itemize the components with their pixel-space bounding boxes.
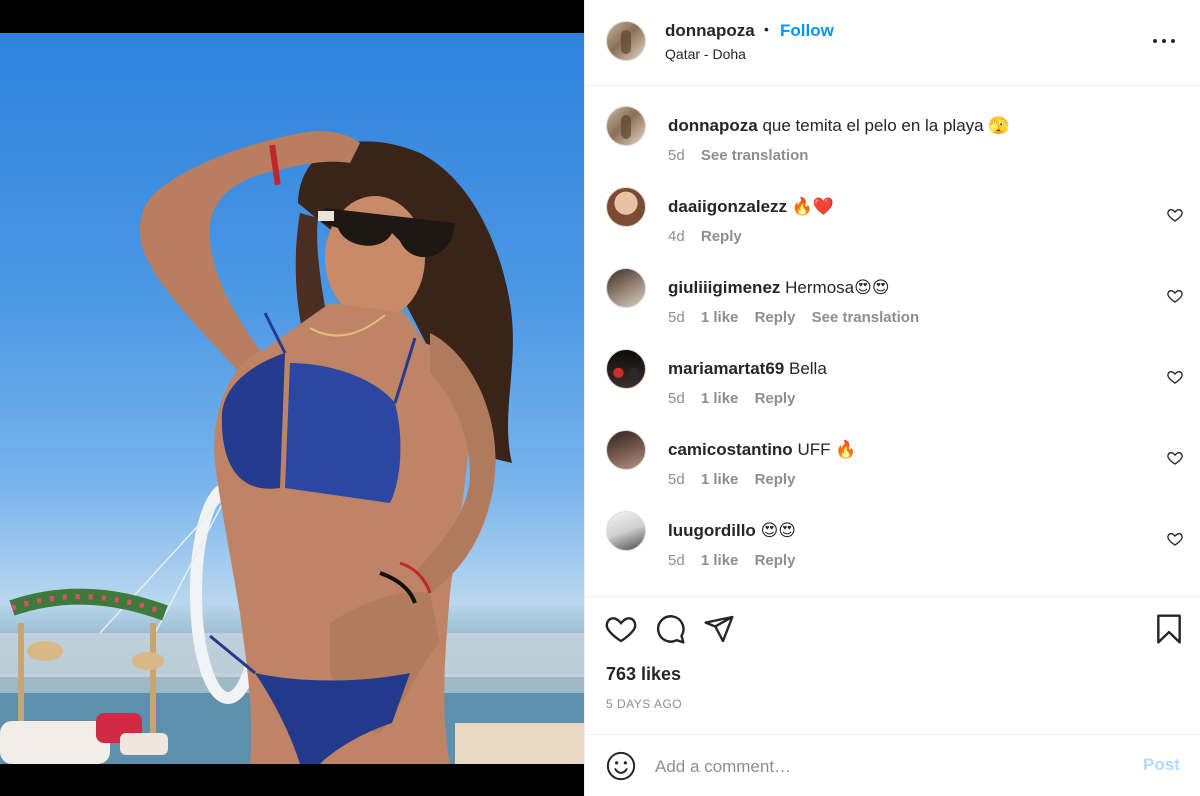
- caption-text: que temita el pelo en la playa 🫣: [762, 116, 1010, 135]
- comment-like-heart-icon[interactable]: [1167, 450, 1183, 466]
- photo-pane: [0, 0, 584, 796]
- post-photo-illustration: [0, 131, 584, 764]
- comment-username[interactable]: camicostantino: [668, 440, 793, 459]
- comment-text-line: mariamartat69 Bella: [668, 359, 827, 379]
- likes-count[interactable]: 763 likes: [606, 664, 681, 685]
- emoji-icon[interactable]: [606, 751, 636, 781]
- comment-age[interactable]: 5d: [668, 471, 685, 488]
- comment-see-translation[interactable]: See translation: [812, 309, 920, 326]
- comment-like-heart-icon[interactable]: [1167, 207, 1183, 223]
- owner-username[interactable]: donnapoza: [665, 21, 755, 41]
- caption-age[interactable]: 5d: [668, 147, 685, 164]
- post-photo[interactable]: [0, 33, 584, 764]
- comment-username[interactable]: giuliiigimenez: [668, 278, 780, 297]
- post-location[interactable]: Qatar - Doha: [665, 46, 746, 62]
- comment-meta: 5d 1 like Reply: [668, 390, 807, 407]
- commenter-avatar[interactable]: [606, 430, 646, 470]
- heart-icon[interactable]: [605, 613, 637, 645]
- share-icon[interactable]: [703, 613, 735, 645]
- comment-text-line: giuliiigimenez Hermosa😍😍: [668, 278, 890, 298]
- comment-reply-button[interactable]: Reply: [755, 552, 796, 569]
- comment-username[interactable]: daaiigonzalezz: [668, 197, 787, 216]
- comment-text: UFF 🔥: [797, 440, 857, 459]
- caption: donnapoza que temita el pelo en la playa…: [585, 96, 1200, 176]
- commenter-avatar[interactable]: [606, 187, 646, 227]
- caption-meta: 5d See translation: [668, 147, 820, 164]
- comment-meta: 5d 1 like Reply: [668, 471, 807, 488]
- caption-avatar[interactable]: [606, 106, 646, 146]
- comment-item: camicostantino UFF 🔥 5d 1 like Reply: [585, 420, 1200, 500]
- comment-text: 🔥❤️: [791, 197, 835, 216]
- comment-like-heart-icon[interactable]: [1167, 369, 1183, 385]
- comment-text: 😍😍: [760, 521, 797, 540]
- follow-button[interactable]: Follow: [780, 21, 834, 41]
- post-timestamp[interactable]: 5 DAYS AGO: [606, 697, 682, 711]
- comment-age[interactable]: 5d: [668, 390, 685, 407]
- comments-list: donnapoza que temita el pelo en la playa…: [585, 86, 1200, 596]
- comment-text-line: luugordillo 😍😍: [668, 521, 796, 541]
- comment-age[interactable]: 5d: [668, 309, 685, 326]
- comment-likes-count[interactable]: 1 like: [701, 390, 739, 407]
- commenter-avatar[interactable]: [606, 268, 646, 308]
- separator-dot: •: [764, 21, 769, 37]
- comment-item: luugordillo 😍😍 5d 1 like Reply: [585, 501, 1200, 581]
- caption-text-line: donnapoza que temita el pelo en la playa…: [668, 116, 1010, 136]
- comment-reply-button[interactable]: Reply: [701, 228, 742, 245]
- comment-reply-button[interactable]: Reply: [755, 390, 796, 407]
- comment-composer: Post: [585, 734, 1200, 796]
- comment-age[interactable]: 4d: [668, 228, 685, 245]
- comment-likes-count[interactable]: 1 like: [701, 309, 739, 326]
- comment-item: giuliiigimenez Hermosa😍😍 5d 1 like Reply…: [585, 258, 1200, 338]
- post-comment-button[interactable]: Post: [1143, 755, 1180, 775]
- comment-text-line: daaiigonzalezz 🔥❤️: [668, 197, 834, 217]
- comment-like-heart-icon[interactable]: [1167, 288, 1183, 304]
- comment-icon[interactable]: [654, 613, 686, 645]
- comment-reply-button[interactable]: Reply: [755, 471, 796, 488]
- post-header: donnapoza • Follow Qatar - Doha: [585, 0, 1200, 86]
- comment-age[interactable]: 5d: [668, 552, 685, 569]
- post-actions: 763 likes 5 DAYS AGO: [585, 596, 1200, 734]
- bookmark-icon[interactable]: [1153, 613, 1185, 645]
- more-options-icon[interactable]: [1151, 28, 1181, 54]
- caption-see-translation[interactable]: See translation: [701, 147, 809, 164]
- comment-meta: 4d Reply: [668, 228, 754, 245]
- comment-text: Hermosa😍😍: [785, 278, 890, 297]
- caption-username[interactable]: donnapoza: [668, 116, 758, 135]
- comment-likes-count[interactable]: 1 like: [701, 552, 739, 569]
- commenter-avatar[interactable]: [606, 349, 646, 389]
- comment-meta: 5d 1 like Reply: [668, 552, 807, 569]
- comment-likes-count[interactable]: 1 like: [701, 471, 739, 488]
- comment-reply-button[interactable]: Reply: [755, 309, 796, 326]
- post-sidebar: donnapoza • Follow Qatar - Doha donnapoz…: [584, 0, 1200, 796]
- owner-avatar[interactable]: [606, 21, 646, 61]
- comment-item: daaiigonzalezz 🔥❤️ 4d Reply: [585, 177, 1200, 257]
- comment-text: Bella: [788, 359, 827, 378]
- comment-username[interactable]: mariamartat69: [668, 359, 784, 378]
- comment-username[interactable]: luugordillo: [668, 521, 756, 540]
- comment-like-heart-icon[interactable]: [1167, 531, 1183, 547]
- comment-meta: 5d 1 like Reply See translation: [668, 309, 931, 326]
- commenter-avatar[interactable]: [606, 511, 646, 551]
- comment-text-line: camicostantino UFF 🔥: [668, 440, 856, 460]
- comment-input[interactable]: [655, 753, 1125, 781]
- comment-item: mariamartat69 Bella 5d 1 like Reply: [585, 339, 1200, 419]
